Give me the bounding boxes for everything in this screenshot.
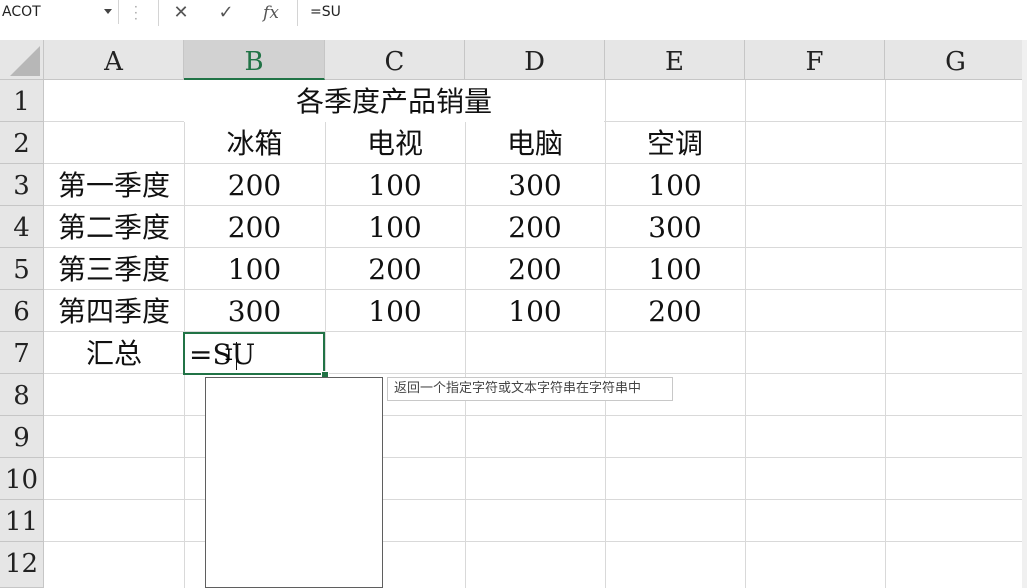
select-all-icon bbox=[10, 46, 40, 76]
cell-b5[interactable]: 100 bbox=[184, 248, 325, 290]
cell-b3[interactable]: 200 bbox=[184, 164, 325, 206]
separator bbox=[297, 0, 298, 26]
function-tooltip: 返回一个指定字符或文本字符串在字符串中 bbox=[387, 377, 673, 401]
gridline bbox=[745, 80, 746, 588]
column-header-d[interactable]: D bbox=[465, 40, 605, 80]
separator bbox=[158, 0, 159, 26]
cell-e3[interactable]: 100 bbox=[605, 164, 745, 206]
name-box-value: ACOT bbox=[2, 4, 41, 20]
row-header-1[interactable]: 1 bbox=[0, 80, 44, 122]
cell-d5[interactable]: 200 bbox=[465, 248, 605, 290]
cell-a7[interactable]: 汇总 bbox=[44, 332, 184, 374]
sheet-title-cell[interactable]: 各季度产品销量 bbox=[184, 80, 604, 122]
formula-bar: ACOT · · · ✕ ✓ fx =SU bbox=[0, 0, 1027, 27]
gridline bbox=[44, 499, 1027, 500]
enter-icon[interactable]: ✓ bbox=[211, 0, 241, 26]
row-header-12[interactable]: 12 bbox=[0, 542, 44, 588]
row-header-4[interactable]: 4 bbox=[0, 206, 44, 248]
column-header-e[interactable]: E bbox=[605, 40, 745, 80]
cell-d2[interactable]: 电脑 bbox=[465, 122, 605, 164]
cell-c3[interactable]: 100 bbox=[325, 164, 465, 206]
column-header-f[interactable]: F bbox=[745, 40, 885, 80]
column-header-a[interactable]: A bbox=[44, 40, 184, 80]
row-header-11[interactable]: 11 bbox=[0, 500, 44, 542]
function-autocomplete-list[interactable] bbox=[205, 377, 383, 588]
cell-c2[interactable]: 电视 bbox=[325, 122, 465, 164]
cell-b6[interactable]: 300 bbox=[184, 290, 325, 332]
vertical-scrollbar[interactable] bbox=[1022, 40, 1027, 588]
row-header-2[interactable]: 2 bbox=[0, 122, 44, 164]
column-header-g[interactable]: G bbox=[885, 40, 1027, 80]
cell-b4[interactable]: 200 bbox=[184, 206, 325, 248]
cell-c5[interactable]: 200 bbox=[325, 248, 465, 290]
name-box[interactable]: ACOT bbox=[0, 0, 119, 24]
cell-d4[interactable]: 200 bbox=[465, 206, 605, 248]
i-beam-cursor-icon: I bbox=[224, 345, 234, 364]
row-header-7[interactable]: 7 bbox=[0, 332, 44, 374]
cell-a3[interactable]: 第一季度 bbox=[44, 164, 184, 206]
cell-a5[interactable]: 第三季度 bbox=[44, 248, 184, 290]
gridline bbox=[44, 541, 1027, 542]
cell-c6[interactable]: 100 bbox=[325, 290, 465, 332]
formula-input[interactable]: =SU bbox=[310, 0, 341, 24]
column-header-c[interactable]: C bbox=[325, 40, 465, 80]
row-header-3[interactable]: 3 bbox=[0, 164, 44, 206]
row-header-9[interactable]: 9 bbox=[0, 416, 44, 458]
toolbar-gap bbox=[0, 26, 1027, 40]
cell-e6[interactable]: 200 bbox=[605, 290, 745, 332]
cell-d3[interactable]: 300 bbox=[465, 164, 605, 206]
cell-editor[interactable]: =SU bbox=[189, 333, 255, 375]
cancel-icon[interactable]: ✕ bbox=[166, 0, 196, 26]
gridline bbox=[885, 80, 886, 588]
cell-b2[interactable]: 冰箱 bbox=[184, 122, 325, 164]
cell-a6[interactable]: 第四季度 bbox=[44, 290, 184, 332]
text-caret bbox=[236, 342, 237, 370]
gridline bbox=[44, 457, 1027, 458]
column-header-b[interactable]: B bbox=[184, 40, 325, 80]
gridline bbox=[44, 415, 1027, 416]
row-header-8[interactable]: 8 bbox=[0, 374, 44, 416]
row-header-10[interactable]: 10 bbox=[0, 458, 44, 500]
cell-a4[interactable]: 第二季度 bbox=[44, 206, 184, 248]
cell-d6[interactable]: 100 bbox=[465, 290, 605, 332]
cell-e5[interactable]: 100 bbox=[605, 248, 745, 290]
cell-c4[interactable]: 100 bbox=[325, 206, 465, 248]
select-all-button[interactable] bbox=[0, 40, 44, 80]
row-header-6[interactable]: 6 bbox=[0, 290, 44, 332]
drag-handle-icon[interactable]: · · · bbox=[134, 1, 140, 25]
cell-e4[interactable]: 300 bbox=[605, 206, 745, 248]
insert-function-icon[interactable]: fx bbox=[256, 0, 286, 26]
row-header-5[interactable]: 5 bbox=[0, 248, 44, 290]
cell-e2[interactable]: 空调 bbox=[605, 122, 745, 164]
chevron-down-icon[interactable] bbox=[104, 9, 112, 14]
